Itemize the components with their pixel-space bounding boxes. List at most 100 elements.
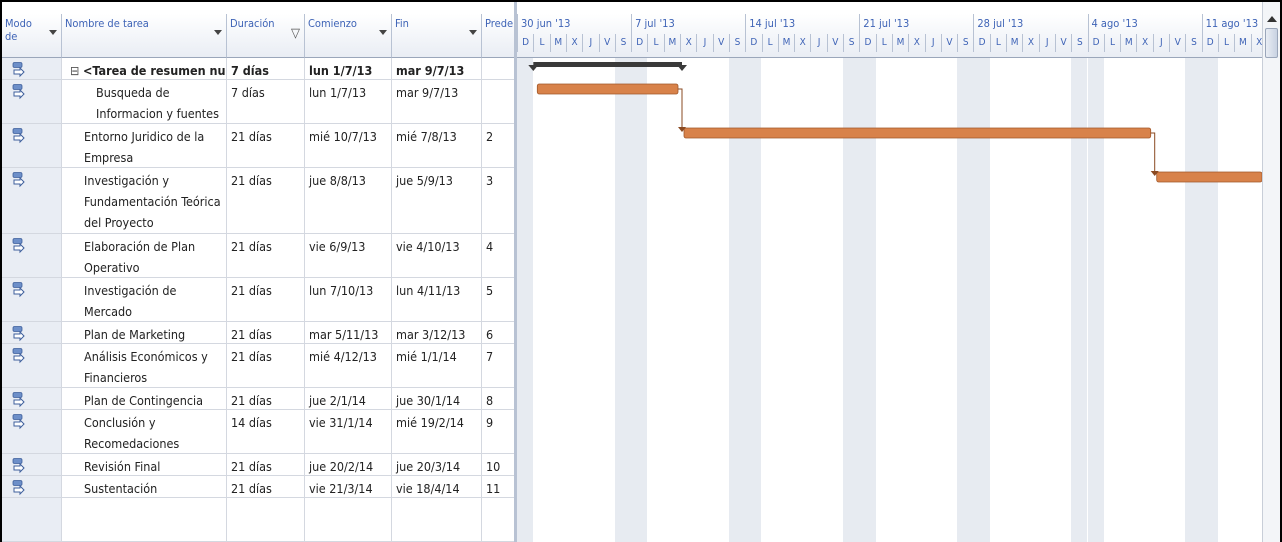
- empty-cell[interactable]: [392, 498, 482, 541]
- task-mode-cell[interactable]: [2, 168, 62, 233]
- task-row[interactable]: Sustentación 21 días vie 21/3/14 vie 18/4/1…: [2, 476, 516, 498]
- empty-cell[interactable]: [482, 498, 516, 541]
- task-row[interactable]: ⊟ <Tarea de resumen nuev 7 días lun 1/7/13…: [2, 58, 516, 80]
- task-start-cell[interactable]: jue 20/2/14: [305, 454, 392, 475]
- task-name-cell[interactable]: Conclusión y Recomedaciones: [62, 410, 227, 453]
- task-start-cell[interactable]: vie 21/3/14: [305, 476, 392, 497]
- summary-bar[interactable]: [533, 62, 682, 67]
- task-end-cell[interactable]: mié 1/1/14: [392, 344, 482, 387]
- task-mode-cell[interactable]: [2, 124, 62, 167]
- task-duration-cell[interactable]: 21 días: [227, 344, 305, 387]
- task-bar[interactable]: [683, 127, 1152, 139]
- task-name-cell[interactable]: Busqueda de Informacion y fuentes: [62, 80, 227, 123]
- task-duration-cell[interactable]: 21 días: [227, 322, 305, 343]
- task-pred-cell[interactable]: 5: [482, 278, 516, 321]
- task-mode-cell[interactable]: [2, 234, 62, 277]
- task-duration-cell[interactable]: 21 días: [227, 388, 305, 409]
- task-start-cell[interactable]: jue 2/1/14: [305, 388, 392, 409]
- column-header-start[interactable]: Comienzo: [305, 14, 392, 58]
- task-name-cell[interactable]: Análisis Económicos y Financieros: [62, 344, 227, 387]
- task-name-cell[interactable]: Revisión Final: [62, 454, 227, 475]
- task-start-cell[interactable]: lun 1/7/13: [305, 58, 392, 79]
- task-row[interactable]: Busqueda de Informacion y fuentes 7 días l…: [2, 80, 516, 124]
- task-end-cell[interactable]: mar 9/7/13: [392, 58, 482, 79]
- scroll-up-icon[interactable]: [1267, 16, 1277, 22]
- scrollbar-thumb[interactable]: [1265, 28, 1278, 58]
- task-start-cell[interactable]: mié 10/7/13: [305, 124, 392, 167]
- task-name-cell[interactable]: Elaboración de Plan Operativo: [62, 234, 227, 277]
- task-end-cell[interactable]: vie 4/10/13: [392, 234, 482, 277]
- task-bar[interactable]: [536, 83, 679, 95]
- task-name-cell[interactable]: Plan de Marketing: [62, 322, 227, 343]
- task-mode-cell[interactable]: [2, 454, 62, 475]
- task-row[interactable]: Plan de Contingencia 21 días jue 2/1/14 jue…: [2, 388, 516, 410]
- gantt-chart-pane[interactable]: 30 jun '13 D L M X J V S 7 jul '13 D L M X J V S 14 jul …: [517, 2, 1262, 542]
- task-mode-cell[interactable]: [2, 58, 62, 79]
- task-start-cell[interactable]: lun 7/10/13: [305, 278, 392, 321]
- task-row[interactable]: Entorno Juridico de la Empresa 21 días mié…: [2, 124, 516, 168]
- column-header-end[interactable]: Fin: [392, 14, 482, 58]
- empty-row[interactable]: [2, 498, 516, 542]
- task-mode-cell[interactable]: [2, 278, 62, 321]
- task-pred-cell[interactable]: 4: [482, 234, 516, 277]
- task-row[interactable]: Plan de Marketing 21 días mar 5/11/13 mar 3…: [2, 322, 516, 344]
- task-start-cell[interactable]: jue 8/8/13: [305, 168, 392, 233]
- task-row[interactable]: Revisión Final 21 días jue 20/2/14 jue 20/3…: [2, 454, 516, 476]
- task-end-cell[interactable]: jue 20/3/14: [392, 454, 482, 475]
- column-header-mode[interactable]: Modo de: [2, 14, 62, 58]
- task-name-cell[interactable]: Sustentación: [62, 476, 227, 497]
- chevron-down-icon[interactable]: [49, 30, 57, 35]
- task-pred-cell[interactable]: 9: [482, 410, 516, 453]
- collapse-minus-icon[interactable]: ⊟: [70, 63, 83, 78]
- task-start-cell[interactable]: mié 4/12/13: [305, 344, 392, 387]
- task-pred-cell[interactable]: 11: [482, 476, 516, 497]
- column-header-name[interactable]: Nombre de tarea: [62, 14, 227, 58]
- empty-cell[interactable]: [62, 498, 227, 541]
- empty-cell[interactable]: [227, 498, 305, 541]
- task-pred-cell[interactable]: 10: [482, 454, 516, 475]
- task-duration-cell[interactable]: 7 días: [227, 80, 305, 123]
- task-end-cell[interactable]: jue 30/1/14: [392, 388, 482, 409]
- task-end-cell[interactable]: lun 4/11/13: [392, 278, 482, 321]
- task-duration-cell[interactable]: 14 días: [227, 410, 305, 453]
- task-start-cell[interactable]: lun 1/7/13: [305, 80, 392, 123]
- column-header-duration[interactable]: Duración ▽: [227, 14, 305, 58]
- task-pred-cell[interactable]: [482, 58, 516, 79]
- task-row[interactable]: Análisis Económicos y Financieros 21 días…: [2, 344, 516, 388]
- column-header-predecessors[interactable]: Prede: [482, 14, 516, 58]
- task-mode-cell[interactable]: [2, 388, 62, 409]
- task-end-cell[interactable]: mié 7/8/13: [392, 124, 482, 167]
- filter-funnel-icon[interactable]: ▽: [291, 27, 300, 40]
- task-mode-cell[interactable]: [2, 80, 62, 123]
- empty-cell[interactable]: [2, 498, 62, 541]
- task-name-cell[interactable]: ⊟ <Tarea de resumen nuev: [62, 58, 227, 79]
- task-pred-cell[interactable]: [482, 80, 516, 123]
- task-row[interactable]: Investigación y Fundamentación Teórica d…: [2, 168, 516, 234]
- task-pred-cell[interactable]: 7: [482, 344, 516, 387]
- task-end-cell[interactable]: mié 19/2/14: [392, 410, 482, 453]
- vertical-scrollbar[interactable]: [1262, 2, 1280, 542]
- task-duration-cell[interactable]: 21 días: [227, 168, 305, 233]
- task-row[interactable]: Conclusión y Recomedaciones 14 días vie 31…: [2, 410, 516, 454]
- task-mode-cell[interactable]: [2, 344, 62, 387]
- task-row[interactable]: Investigación de Mercado 21 días lun 7/10/…: [2, 278, 516, 322]
- task-mode-cell[interactable]: [2, 322, 62, 343]
- task-row[interactable]: Elaboración de Plan Operativo 21 días vie …: [2, 234, 516, 278]
- task-start-cell[interactable]: mar 5/11/13: [305, 322, 392, 343]
- task-bar[interactable]: [1156, 171, 1262, 183]
- task-name-cell[interactable]: Plan de Contingencia: [62, 388, 227, 409]
- task-name-cell[interactable]: Entorno Juridico de la Empresa: [62, 124, 227, 167]
- task-duration-cell[interactable]: 7 días: [227, 58, 305, 79]
- task-name-cell[interactable]: Investigación y Fundamentación Teórica d…: [62, 168, 227, 233]
- task-start-cell[interactable]: vie 6/9/13: [305, 234, 392, 277]
- task-duration-cell[interactable]: 21 días: [227, 454, 305, 475]
- task-mode-cell[interactable]: [2, 476, 62, 497]
- task-duration-cell[interactable]: 21 días: [227, 234, 305, 277]
- task-start-cell[interactable]: vie 31/1/14: [305, 410, 392, 453]
- task-duration-cell[interactable]: 21 días: [227, 124, 305, 167]
- task-pred-cell[interactable]: 8: [482, 388, 516, 409]
- task-name-cell[interactable]: Investigación de Mercado: [62, 278, 227, 321]
- task-pred-cell[interactable]: 6: [482, 322, 516, 343]
- empty-cell[interactable]: [305, 498, 392, 541]
- task-pred-cell[interactable]: 2: [482, 124, 516, 167]
